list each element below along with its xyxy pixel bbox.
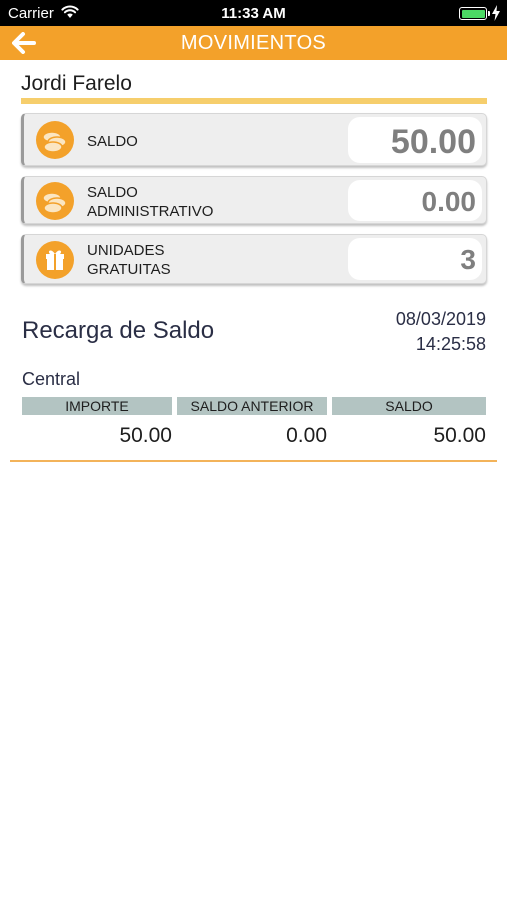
balance-label-line2: ADMINISTRATIVO — [87, 203, 214, 220]
balance-value-box: 50.00 — [348, 117, 482, 163]
cell-saldo: 50.00 — [433, 424, 486, 447]
balance-label: SALDO ADMINISTRATIVO — [87, 183, 213, 221]
movement-time: 14:25:58 — [415, 334, 486, 354]
balance-label-line1: UNIDADES — [87, 242, 165, 259]
movement-divider — [10, 460, 497, 462]
column-header-importe: IMPORTE — [22, 397, 172, 415]
balance-label: UNIDADES GRATUITAS — [87, 241, 171, 279]
user-name-underline — [21, 98, 487, 104]
movement-date: 08/03/2019 — [395, 309, 486, 329]
clock: 11:33 AM — [221, 5, 286, 22]
balance-value: 50.00 — [390, 123, 476, 161]
charging-icon — [492, 5, 500, 21]
gift-icon — [36, 241, 74, 279]
coins-icon — [36, 182, 74, 220]
movement-origin: Central — [22, 369, 81, 389]
balance-label: SALDO — [87, 133, 138, 150]
cell-saldo-anterior: 0.00 — [286, 424, 327, 447]
balance-value: 0.00 — [421, 186, 477, 217]
balance-value: 3 — [460, 244, 476, 275]
status-bar: Carrier 11:33 AM — [0, 0, 507, 26]
cell-importe: 50.00 — [119, 424, 172, 447]
balance-label-line2: GRATUITAS — [87, 261, 171, 278]
user-name: Jordi Farelo — [21, 72, 132, 95]
balance-card-unidades-gratuitas: UNIDADES GRATUITAS 3 — [21, 234, 487, 284]
balance-card-saldo-administrativo: SALDO ADMINISTRATIVO 0.00 — [21, 176, 487, 224]
coins-icon — [36, 121, 74, 159]
nav-bar: MOVIMIENTOS — [0, 26, 507, 60]
battery-icon — [459, 7, 490, 20]
column-header-saldo-anterior: SALDO ANTERIOR — [177, 397, 327, 415]
balance-label-line1: SALDO — [87, 184, 138, 201]
balance-value-box: 3 — [348, 238, 482, 280]
balance-value-box: 0.00 — [348, 180, 482, 221]
balance-card-saldo: SALDO 50.00 — [21, 113, 487, 166]
movement-title: Recarga de Saldo — [22, 317, 215, 344]
column-header-saldo: SALDO — [332, 397, 486, 415]
page-title: MOVIMIENTOS — [180, 32, 327, 54]
